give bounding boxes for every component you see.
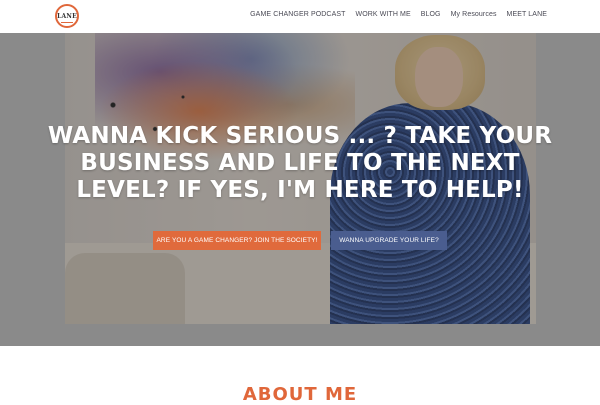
about-heading: ABOUT ME bbox=[242, 384, 358, 405]
nav-item-my-resources[interactable]: My Resources bbox=[451, 11, 497, 18]
upgrade-life-button[interactable]: WANNA UPGRADE YOUR LIFE? bbox=[331, 231, 447, 250]
nav-item-work-with-me[interactable]: WORK WITH ME bbox=[356, 11, 411, 18]
logo-underline bbox=[61, 22, 73, 23]
nav-item-meet-lane[interactable]: MEET LANE bbox=[507, 11, 547, 18]
site-header: LANE GAME CHANGER PODCAST WORK WITH ME B… bbox=[0, 0, 600, 33]
site-logo[interactable]: LANE bbox=[55, 4, 79, 28]
nav-item-podcast[interactable]: GAME CHANGER PODCAST bbox=[250, 11, 345, 18]
main-nav: GAME CHANGER PODCAST WORK WITH ME BLOG M… bbox=[250, 11, 547, 18]
nav-item-blog[interactable]: BLOG bbox=[421, 11, 441, 18]
hero-headline: WANNA KICK SERIOUS ... ? TAKE YOUR BUSIN… bbox=[47, 123, 553, 203]
join-society-button[interactable]: ARE YOU A GAME CHANGER? JOIN THE SOCIETY… bbox=[153, 231, 321, 250]
logo-text: LANE bbox=[57, 12, 77, 20]
